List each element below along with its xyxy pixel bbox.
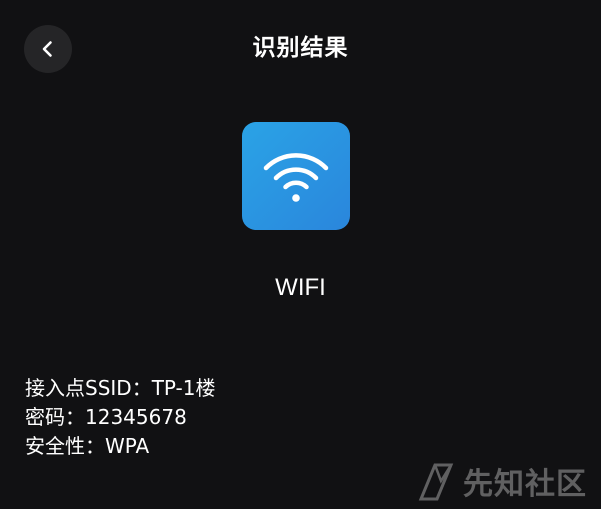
watermark: 先知社区 xyxy=(417,459,587,503)
wifi-icon xyxy=(263,153,329,202)
xianzhi-logo-icon xyxy=(418,463,454,501)
result-screen: 识别结果 WIFI 接入点SSID：TP-1楼 密码：12345678 安全性：… xyxy=(0,0,601,509)
wifi-tile xyxy=(242,122,350,230)
watermark-text: 先知社区 xyxy=(463,467,587,502)
security-row: 安全性：WPA xyxy=(25,434,150,458)
ssid-row: 接入点SSID：TP-1楼 xyxy=(25,376,216,400)
result-type-label: WIFI xyxy=(275,274,326,301)
password-row: 密码：12345678 xyxy=(25,405,187,429)
page-title: 识别结果 xyxy=(252,35,349,61)
wifi-details: 接入点SSID：TP-1楼 密码：12345678 安全性：WPA xyxy=(25,374,215,461)
